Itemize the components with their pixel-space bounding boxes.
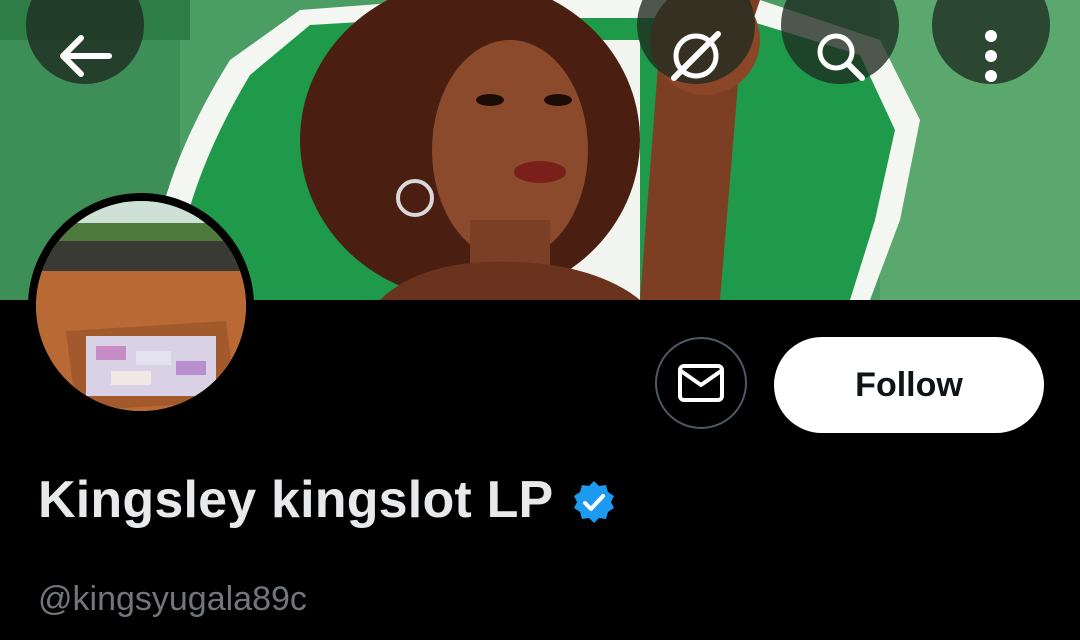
follow-label: Follow	[855, 365, 963, 404]
envelope-icon	[678, 364, 724, 402]
follow-button[interactable]: Follow	[774, 337, 1044, 433]
profile-name-row: Kingsley kingslot LP	[38, 470, 617, 530]
arrow-left-icon	[60, 35, 112, 77]
more-vertical-icon	[985, 30, 997, 82]
display-name: Kingsley kingslot LP	[38, 471, 554, 529]
avatar-image	[36, 201, 246, 411]
search-icon	[817, 33, 865, 81]
grok-icon	[671, 31, 721, 81]
avatar[interactable]	[28, 193, 254, 419]
profile-handle: @kingsyugala89c	[38, 580, 307, 618]
message-button[interactable]	[655, 337, 747, 429]
verified-badge-icon[interactable]	[571, 479, 617, 525]
